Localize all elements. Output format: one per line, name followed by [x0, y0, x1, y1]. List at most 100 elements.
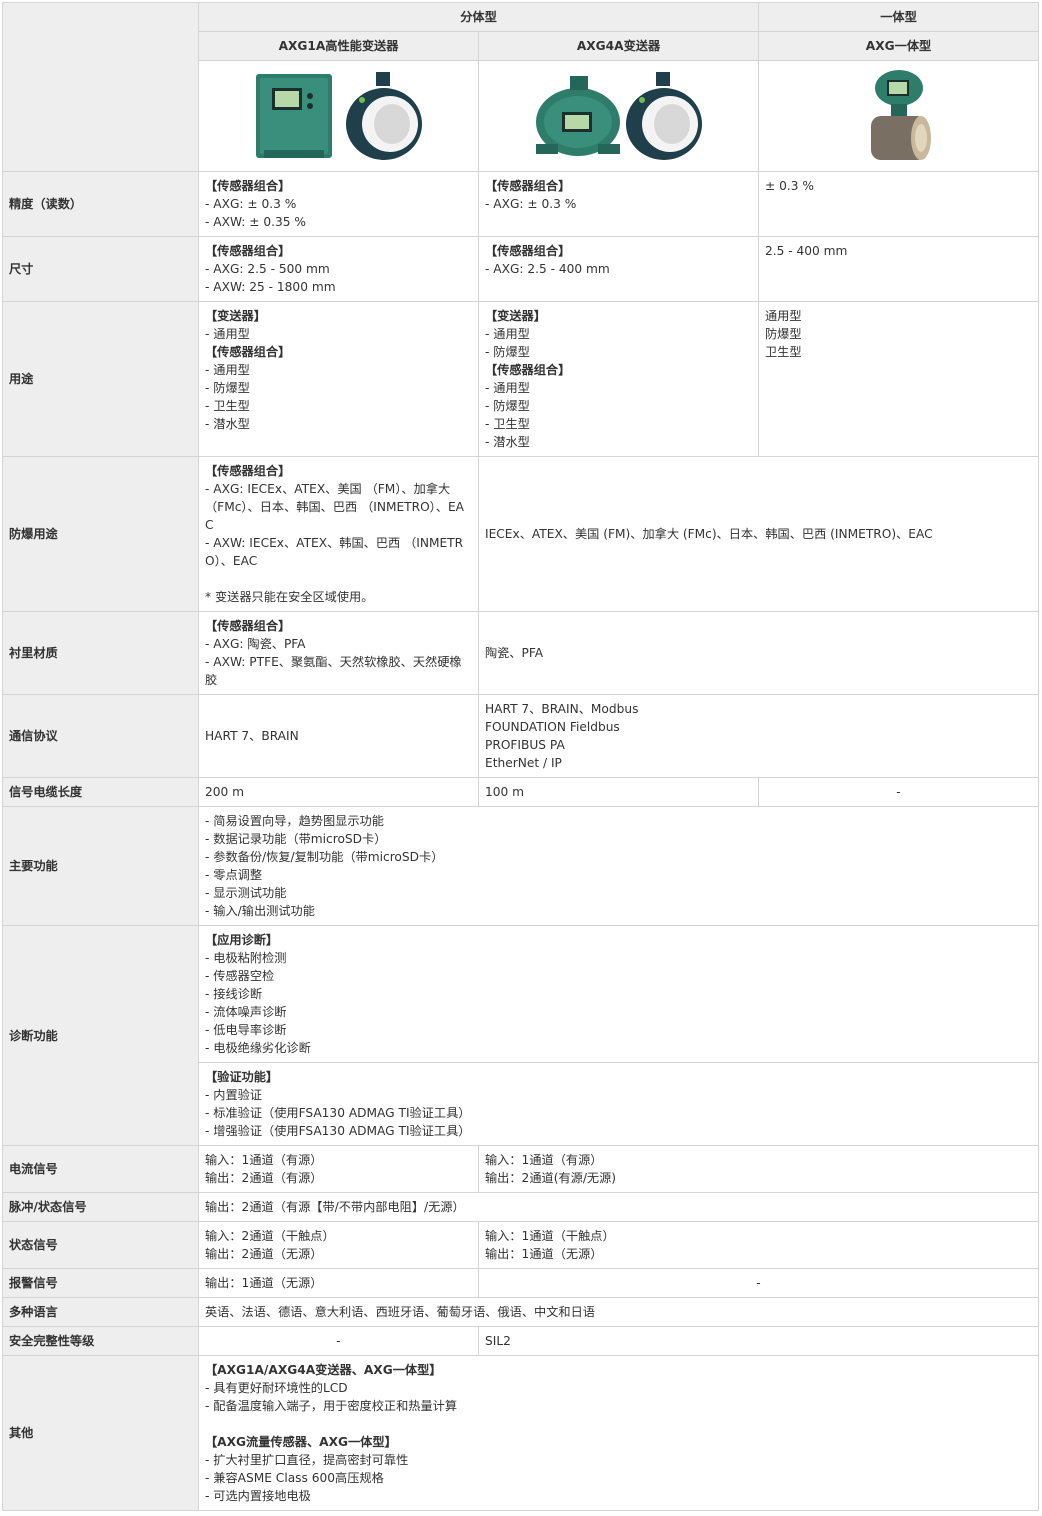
cell-line: - AXW: ± 0.35 %: [205, 215, 306, 229]
cell-line: - 标准验证（使用FSA130 ADMAG TI验证工具）: [205, 1106, 471, 1120]
cell-line: 通用型: [765, 309, 802, 323]
cell-line: 防爆型: [765, 327, 802, 341]
axg1a-image: [198, 60, 479, 172]
explosion-axg1a: 【传感器组合】 - AXG: IECEx、ATEX、美国 （FM）、加拿大 （FM…: [198, 456, 479, 612]
cell-line: - 卫生型: [485, 417, 530, 431]
cell-line: 输出：2通道(有源/无源): [485, 1171, 617, 1185]
label-sil: 安全完整性等级: [2, 1326, 199, 1356]
usage-axg4a: 【变送器】 - 通用型 - 防爆型 【传感器组合】 - 通用型 - 防爆型 - 卫生型 - 潜…: [478, 301, 759, 457]
cell-line: * 变送器只能在安全区域使用。: [205, 590, 374, 604]
label-alarm: 报警信号: [2, 1268, 199, 1298]
label-accuracy: 精度（读数）: [2, 171, 199, 237]
axg4a-image: [478, 60, 759, 172]
cell-line: - AXG: 2.5 - 500 mm: [205, 262, 330, 276]
label-protocol: 通信协议: [2, 694, 199, 778]
cable-axg4a: 100 m: [478, 777, 759, 807]
cell-line: - 可选内置接地电极: [205, 1489, 311, 1503]
cell-line: - 防爆型: [485, 345, 530, 359]
cell-line: - 配备温度输入端子，用于密度校正和热量计算: [205, 1399, 458, 1413]
cell-line: 【应用诊断】: [205, 933, 279, 947]
row-pulse: 脉冲/状态信号 输出：2通道（有源【带/不带内部电阻】/无源）: [2, 1192, 1039, 1222]
cell-line: EtherNet / IP: [485, 756, 562, 770]
cell-line: 【传感器组合】: [205, 619, 291, 633]
cell-line: 【AXG流量传感器、AXG一体型】: [205, 1435, 397, 1449]
cell-line: 【AXG1A/AXG4A变送器、AXG一体型】: [205, 1363, 442, 1377]
cell-line: 【传感器组合】: [205, 179, 291, 193]
lining-axg1a: 【传感器组合】 - AXG: 陶瓷、PFA - AXW: PTFE、聚氨酯、天然软橡…: [198, 611, 479, 695]
cell-line: - 传感器空检: [205, 969, 275, 983]
row-functions: 主要功能 - 简易设置向导，趋势图显示功能 - 数据记录功能（带microSD卡）…: [2, 806, 1039, 926]
cell-line: 输入：2通道（干触点）: [205, 1229, 335, 1243]
accuracy-axg4a: 【传感器组合】 - AXG: ± 0.3 %: [478, 171, 759, 237]
cell-line: - 防爆型: [205, 381, 250, 395]
axg-integral-image: [758, 60, 1039, 172]
cell-line: 【传感器组合】: [485, 244, 571, 258]
cell-line: - 输入/输出测试功能: [205, 904, 315, 918]
cell-line: - AXG: IECEx、ATEX、美国 （FM）、加拿大 （FMc）、日本、韩…: [205, 482, 464, 532]
axg-integral-product-icon: [870, 70, 931, 160]
size-axg4a: 【传感器组合】 - AXG: 2.5 - 400 mm: [478, 236, 759, 302]
row-accuracy: 精度（读数） 【传感器组合】 - AXG: ± 0.3 % - AXW: ± 0.3…: [2, 171, 1039, 237]
current-axg1a: 输入：1通道（有源） 输出：2通道（有源）: [198, 1145, 479, 1193]
label-diagnostics: 诊断功能: [2, 925, 199, 1146]
label-functions: 主要功能: [2, 806, 199, 926]
cable-integral: -: [758, 777, 1039, 807]
cell-line: - AXG: ± 0.3 %: [485, 197, 577, 211]
cell-line: 卫生型: [765, 345, 802, 359]
cell-line: 【传感器组合】: [205, 244, 291, 258]
cell-line: - 电极绝缘劣化诊断: [205, 1041, 311, 1055]
cell-line: - 卫生型: [205, 399, 250, 413]
cell-line: PROFIBUS PA: [485, 738, 565, 752]
row-protocol: 通信协议 HART 7、BRAIN HART 7、BRAIN、Modbus FOU…: [2, 694, 1039, 778]
header-col-axg1a: AXG1A高性能变送器: [198, 31, 479, 61]
diagnostics-verification: 【验证功能】 - 内置验证 - 标准验证（使用FSA130 ADMAG TI验证工具…: [198, 1062, 1039, 1146]
explosion-axg4a-integral: IECEx、ATEX、美国 (FM)、加拿大 (FMc)、日本、韩国、巴西 (I…: [478, 456, 1039, 612]
cell-line: - 增强验证（使用FSA130 ADMAG TI验证工具）: [205, 1124, 471, 1138]
label-pulse: 脉冲/状态信号: [2, 1192, 199, 1222]
usage-integral: 通用型 防爆型 卫生型: [758, 301, 1039, 457]
cell-line: [205, 570, 472, 588]
row-alarm: 报警信号 输出：1通道（无源） -: [2, 1268, 1039, 1298]
cell-line: - 零点调整: [205, 868, 263, 882]
cell-line: 【传感器组合】: [485, 179, 571, 193]
sil-axg4a-integral: SIL2: [478, 1326, 1039, 1356]
header-col-axg-integral: AXG一体型: [758, 31, 1039, 61]
label-current: 电流信号: [2, 1145, 199, 1193]
functions-all: - 简易设置向导，趋势图显示功能 - 数据记录功能（带microSD卡） - 参数备…: [198, 806, 1039, 926]
row-explosion: 防爆用途 【传感器组合】 - AXG: IECEx、ATEX、美国 （FM）、加拿…: [2, 456, 1039, 612]
cell-line: - 潜水型: [485, 435, 530, 449]
cell-line: HART 7、BRAIN、Modbus: [485, 702, 639, 716]
cell-line: - AXW: 25 - 1800 mm: [205, 280, 336, 294]
cell-line: - 兼容ASME Class 600高压规格: [205, 1471, 384, 1485]
header-split-type: 分体型: [198, 2, 759, 32]
cell-line: 输入：1通道（有源）: [485, 1153, 603, 1167]
cell-line: - AXG: 陶瓷、PFA: [205, 637, 306, 651]
row-sil: 安全完整性等级 - SIL2: [2, 1326, 1039, 1356]
accuracy-axg1a: 【传感器组合】 - AXG: ± 0.3 % - AXW: ± 0.35 %: [198, 171, 479, 237]
cell-line: - 扩大衬里扩口直径，提高密封可靠性: [205, 1453, 409, 1467]
cell-line: - 电极粘附检测: [205, 951, 287, 965]
row-current: 电流信号 输入：1通道（有源） 输出：2通道（有源） 输入：1通道（有源） 输出：2…: [2, 1145, 1039, 1193]
row-cable: 信号电缆长度 200 m 100 m -: [2, 777, 1039, 807]
label-languages: 多种语言: [2, 1297, 199, 1327]
protocol-axg4a-integral: HART 7、BRAIN、Modbus FOUNDATION Fieldbus PR…: [478, 694, 1039, 778]
lining-axg4a-integral: 陶瓷、PFA: [478, 611, 1039, 695]
cell-line: 【传感器组合】: [205, 345, 291, 359]
cell-line: 【变送器】: [205, 309, 266, 323]
cell-line: - 通用型: [485, 327, 530, 341]
header-col-axg4a: AXG4A变送器: [478, 31, 759, 61]
cell-line: - 具有更好耐环境性的LCD: [205, 1381, 348, 1395]
sil-axg1a: -: [198, 1326, 479, 1356]
status-axg4a-integral: 输入：1通道（干触点） 输出：1通道（无源）: [478, 1221, 1039, 1269]
label-explosion: 防爆用途: [2, 456, 199, 612]
accuracy-integral: ± 0.3 %: [758, 171, 1039, 237]
cell-line: - 数据记录功能（带microSD卡）: [205, 832, 387, 846]
row-status: 状态信号 输入：2通道（干触点） 输出：2通道（无源） 输入：1通道（干触点） 输出…: [2, 1221, 1039, 1269]
cell-line: - 通用型: [205, 363, 250, 377]
cell-line: 【变送器】: [485, 309, 546, 323]
label-usage: 用途: [2, 301, 199, 457]
cell-line: 输出：2通道（有源）: [205, 1171, 323, 1185]
diagnostics-application: 【应用诊断】 - 电极粘附检测 - 传感器空检 - 接线诊断 - 流体噪声诊断 - 低电导…: [198, 925, 1039, 1063]
cell-line: - 通用型: [205, 327, 250, 341]
cell-line: - 接线诊断: [205, 987, 263, 1001]
